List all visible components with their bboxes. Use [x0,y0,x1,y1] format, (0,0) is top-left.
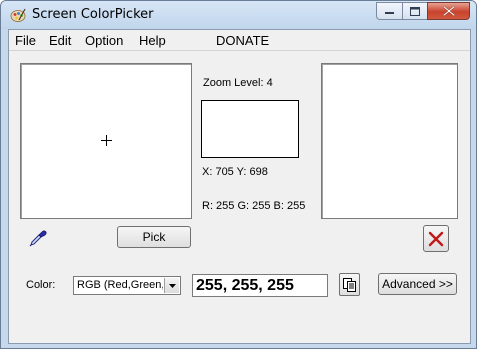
zoom-level-label: Zoom Level: 4 [203,77,273,89]
magnifier-panel[interactable] [20,63,192,219]
pick-button[interactable]: Pick [117,226,191,248]
client-area: File Edit Option Help DONATE Zoom Level:… [8,29,471,344]
menu-option[interactable]: Option [85,33,123,48]
window-title: Screen ColorPicker [32,7,154,22]
close-button[interactable] [427,2,470,20]
minimize-button[interactable] [376,2,402,20]
color-label: Color: [26,279,56,291]
close-icon [442,6,455,16]
color-value-field[interactable]: 255, 255, 255 [192,274,328,297]
red-x-icon [428,231,444,246]
advanced-button[interactable]: Advanced >> [378,273,457,295]
app-window: Screen ColorPicker File Edit Option Help… [0,0,477,349]
color-palette-icon [10,8,26,22]
crosshair-icon [101,135,112,146]
copy-button[interactable] [339,273,360,296]
coordinates-readout: X: 705 Y: 698 [202,166,268,178]
title-bar[interactable]: Screen ColorPicker [1,1,476,29]
window-controls [376,2,470,21]
eyedropper-icon[interactable] [29,229,47,247]
copy-clipboard-icon [343,277,356,292]
rgb-readout: R: 255 G: 255 B: 255 [202,200,306,212]
menu-file[interactable]: File [15,33,36,48]
dropdown-arrow[interactable] [164,278,179,293]
chevron-down-icon [168,283,176,288]
color-format-select[interactable]: RGB (Red,Green,Blue) [73,276,181,295]
color-preview-small [201,100,299,158]
menu-help[interactable]: Help [139,33,166,48]
menu-edit[interactable]: Edit [49,33,71,48]
menu-bar: File Edit Option Help DONATE [9,30,470,51]
maximize-icon [410,6,420,16]
color-format-selected: RGB (Red,Green,Blue) [77,279,163,291]
maximize-button[interactable] [402,2,427,20]
minimize-icon [385,12,394,14]
menu-donate[interactable]: DONATE [216,33,269,48]
color-swatch-large [321,63,458,219]
clear-button[interactable] [423,225,449,252]
